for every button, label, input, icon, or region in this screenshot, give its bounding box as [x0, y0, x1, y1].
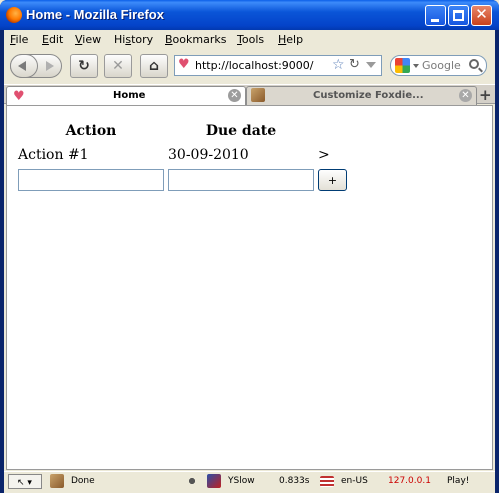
inspect-tool[interactable]: ↖ ▾ — [8, 474, 42, 489]
ip-address: 127.0.0.1 — [388, 476, 431, 486]
search-bar[interactable]: Google — [390, 55, 487, 76]
tab-home[interactable]: ♥ Home ✕ — [6, 86, 246, 106]
addon-status-icon[interactable] — [50, 474, 64, 488]
menu-edit[interactable]: Edit — [42, 33, 63, 46]
tab-close-icon[interactable]: ✕ — [459, 89, 472, 102]
play-label[interactable]: Play! — [447, 476, 469, 486]
menu-bookmarks[interactable]: Bookmarks — [165, 33, 226, 46]
url-reload-icon[interactable]: ↻ — [349, 57, 360, 72]
yslow-label[interactable]: YSlow — [228, 476, 255, 486]
minimize-button[interactable] — [425, 5, 446, 26]
column-header-action: Action — [65, 123, 117, 139]
bookmark-star-icon[interactable]: ☆ — [332, 57, 345, 73]
menu-history[interactable]: History — [114, 33, 153, 46]
stop-button[interactable]: ✕ — [104, 54, 132, 78]
page-content: Action Due date Action #1 30-09-2010 > + — [6, 105, 493, 470]
locale-label[interactable]: en-US — [341, 476, 368, 486]
new-tab-button[interactable]: + — [479, 86, 492, 104]
maximize-icon — [453, 10, 464, 21]
tab-heart-icon: ♥ — [13, 89, 25, 104]
actions-table: Action Due date Action #1 30-09-2010 > + — [15, 118, 351, 194]
firebug-icon[interactable] — [185, 474, 199, 488]
new-entry-row: + — [17, 168, 349, 192]
window-title: Home - Mozilla Firefox — [26, 7, 164, 22]
due-date-cell: 30-09-2010 — [168, 147, 249, 163]
browser-client: File Edit View History Bookmarks Tools H… — [4, 30, 495, 493]
reload-button[interactable]: ↻ — [70, 54, 98, 78]
navigation-toolbar: ↻ ✕ ⌂ ♥ http://localhost:9000/ ☆ ↻ Googl… — [4, 50, 495, 84]
home-button[interactable]: ⌂ — [140, 54, 168, 78]
new-due-date-input[interactable] — [168, 169, 314, 191]
cursor-icon: ↖ ▾ — [17, 478, 32, 488]
new-action-input[interactable] — [18, 169, 164, 191]
load-time: 0.833s — [279, 476, 310, 486]
column-header-due-date: Due date — [205, 123, 277, 139]
search-placeholder[interactable]: Google — [422, 59, 461, 72]
search-icon[interactable] — [469, 59, 479, 69]
menu-tools[interactable]: Tools — [237, 33, 264, 46]
close-icon: ✕ — [475, 5, 488, 23]
menu-view[interactable]: View — [75, 33, 101, 46]
tab-label: Home — [113, 90, 146, 101]
forward-arrow-icon[interactable] — [46, 61, 54, 71]
tab-close-icon[interactable]: ✕ — [228, 89, 241, 102]
menu-bar: File Edit View History Bookmarks Tools H… — [4, 30, 495, 49]
column-header-empty — [317, 120, 349, 142]
back-button[interactable] — [10, 54, 38, 78]
tab-customize-foxdie[interactable]: Customize Foxdie... ✕ — [246, 86, 477, 105]
table-row: Action #1 30-09-2010 > — [17, 144, 349, 166]
us-flag-icon[interactable] — [320, 476, 334, 487]
url-text[interactable]: http://localhost:9000/ — [195, 59, 313, 72]
row-link[interactable]: > — [317, 144, 349, 166]
back-arrow-icon — [18, 61, 26, 71]
firefox-logo-icon — [6, 7, 22, 23]
tab-bar: ♥ Home ✕ Customize Foxdie... ✕ + — [4, 84, 495, 106]
close-button[interactable]: ✕ — [471, 5, 492, 26]
google-icon[interactable] — [395, 58, 410, 73]
menu-file[interactable]: File — [10, 33, 28, 46]
status-text: Done — [71, 476, 95, 486]
back-forward-group — [10, 54, 62, 78]
tab-label: Customize Foxdie... — [313, 90, 424, 101]
site-heart-icon: ♥ — [178, 57, 190, 72]
menu-help[interactable]: Help — [278, 33, 303, 46]
tab-addon-icon — [251, 88, 265, 102]
yslow-icon[interactable] — [207, 474, 221, 488]
maximize-button[interactable] — [448, 5, 469, 26]
minimize-icon — [431, 19, 439, 22]
url-bar[interactable]: ♥ http://localhost:9000/ ☆ ↻ — [174, 55, 382, 76]
title-bar[interactable]: Home - Mozilla Firefox ✕ — [0, 0, 499, 30]
add-button[interactable]: + — [318, 169, 347, 191]
browser-window: Home - Mozilla Firefox ✕ File Edit View … — [0, 0, 499, 493]
action-cell: Action #1 — [18, 147, 89, 163]
table-header-row: Action Due date — [17, 120, 349, 142]
url-dropdown-icon[interactable] — [366, 62, 376, 68]
search-engine-dropdown-icon[interactable] — [413, 64, 419, 68]
status-bar: ↖ ▾ Done YSlow 0.833s en-US 127.0.0.1 Pl… — [4, 471, 495, 491]
